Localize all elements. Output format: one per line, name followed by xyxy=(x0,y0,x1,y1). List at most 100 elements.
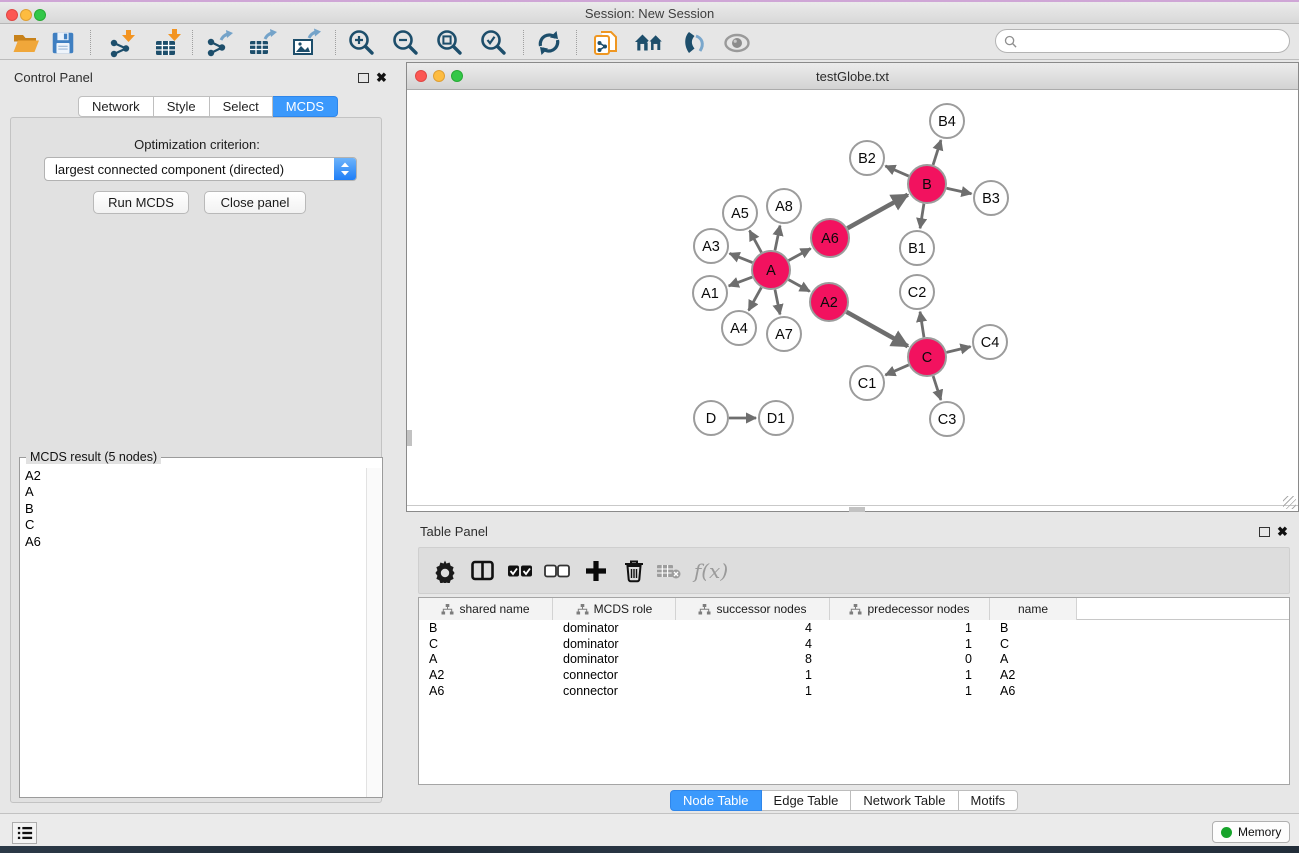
run-mcds-button[interactable]: Run MCDS xyxy=(93,191,189,214)
tab-select[interactable]: Select xyxy=(210,96,273,117)
graph-edge[interactable] xyxy=(933,140,941,165)
table-row[interactable]: A2connector11A2 xyxy=(419,667,1289,683)
graph-edge[interactable] xyxy=(789,280,810,292)
tab-node-table[interactable]: Node Table xyxy=(670,790,762,811)
delete-column-icon[interactable] xyxy=(620,557,648,585)
column-type-icon xyxy=(576,604,589,615)
graph-edge[interactable] xyxy=(729,277,753,286)
settings-gear-icon[interactable] xyxy=(431,557,459,585)
graph-edge[interactable] xyxy=(789,248,811,260)
add-column-icon[interactable] xyxy=(582,557,610,585)
graph-node-label: C xyxy=(922,350,932,366)
table-cell: C xyxy=(419,637,553,651)
open-session-icon[interactable] xyxy=(10,27,42,59)
desktop-edge xyxy=(0,846,1299,853)
mcds-result-item[interactable]: C xyxy=(21,517,367,533)
column-header[interactable]: predecessor nodes xyxy=(830,598,990,620)
tab-network-table[interactable]: Network Table xyxy=(851,790,958,811)
network-hscroll-thumb[interactable] xyxy=(849,507,865,512)
zoom-fit-icon[interactable] xyxy=(434,27,466,59)
column-header[interactable]: name xyxy=(990,598,1077,620)
table-cell: A xyxy=(990,652,1077,666)
table-cell: 4 xyxy=(676,621,830,635)
graph-edge[interactable] xyxy=(730,253,753,262)
tab-motifs[interactable]: Motifs xyxy=(959,790,1019,811)
home-view-icon[interactable] xyxy=(634,27,666,59)
column-header[interactable]: shared name xyxy=(419,598,553,620)
table-row[interactable]: Adominator80A xyxy=(419,652,1289,668)
column-chooser-icon[interactable] xyxy=(468,557,496,585)
column-header[interactable]: successor nodes xyxy=(676,598,830,620)
graph-edge[interactable] xyxy=(947,188,972,193)
refresh-layout-icon[interactable] xyxy=(533,27,565,59)
network-window-titlebar[interactable]: testGlobe.txt xyxy=(407,63,1298,90)
optimization-select[interactable]: largest connected component (directed) xyxy=(44,157,357,181)
chevron-up-down-icon xyxy=(339,161,351,177)
mcds-result-item[interactable]: B xyxy=(21,501,367,517)
close-panel-button[interactable]: Close panel xyxy=(204,191,306,214)
zoom-out-icon[interactable] xyxy=(390,27,422,59)
mcds-result-item[interactable]: A6 xyxy=(21,534,367,550)
network-resize-grip[interactable] xyxy=(1283,496,1296,509)
function-builder-icon: f(x) xyxy=(691,557,731,585)
graph-edge[interactable] xyxy=(920,312,924,337)
export-table-icon[interactable] xyxy=(246,27,278,59)
clone-network-icon[interactable] xyxy=(590,27,622,59)
table-cell: A xyxy=(419,652,553,666)
network-window-title: testGlobe.txt xyxy=(407,69,1298,84)
table-panel-title: Table Panel xyxy=(420,524,488,539)
export-network-icon[interactable] xyxy=(203,27,235,59)
control-panel-float-icon[interactable] xyxy=(358,73,369,83)
graph-edge[interactable] xyxy=(847,195,907,229)
graph-node-label: A2 xyxy=(820,295,838,311)
mcds-result-scrollbar[interactable] xyxy=(366,468,381,797)
select-all-icon[interactable] xyxy=(506,557,534,585)
node-table: shared nameMCDS rolesuccessor nodesprede… xyxy=(418,597,1290,785)
graph-edge[interactable] xyxy=(750,231,762,253)
control-panel-close-icon[interactable]: ✖ xyxy=(376,72,387,84)
mcds-result-box: MCDS result (5 nodes) A2ABCA6 xyxy=(19,457,383,798)
graph-edge[interactable] xyxy=(885,166,908,176)
graph-edge[interactable] xyxy=(920,204,924,228)
search-field[interactable] xyxy=(995,29,1290,53)
zoom-selected-icon[interactable] xyxy=(478,27,510,59)
graph-edge[interactable] xyxy=(846,312,907,346)
task-history-button[interactable] xyxy=(12,822,37,844)
graph-node-label: C3 xyxy=(938,412,957,428)
tab-network[interactable]: Network xyxy=(78,96,154,117)
table-row[interactable]: A6connector11A6 xyxy=(419,683,1289,699)
tab-style[interactable]: Style xyxy=(154,96,210,117)
graph-edge[interactable] xyxy=(933,376,941,400)
table-row[interactable]: Cdominator41C xyxy=(419,636,1289,652)
graph-edge[interactable] xyxy=(775,290,780,315)
delete-table-icon[interactable] xyxy=(655,557,683,585)
import-table-icon[interactable] xyxy=(152,27,184,59)
network-vscroll-thumb[interactable] xyxy=(407,430,412,446)
show-graphics-details-icon[interactable] xyxy=(721,27,753,59)
graph-node-label: B xyxy=(922,177,932,193)
tab-edge-table[interactable]: Edge Table xyxy=(762,790,852,811)
tab-mcds[interactable]: MCDS xyxy=(273,96,338,117)
table-cell: 1 xyxy=(830,668,990,682)
graph-edge[interactable] xyxy=(946,347,970,353)
dropdown-stepper[interactable] xyxy=(334,158,356,180)
graph-edge[interactable] xyxy=(775,226,780,251)
graph-node-label: C4 xyxy=(981,335,1000,351)
column-header[interactable]: MCDS role xyxy=(553,598,676,620)
save-session-icon[interactable] xyxy=(47,27,79,59)
network-canvas[interactable]: B4B2BB3A5A8A6A3B1AA1C2A2A4A7C4CC1DD1C3 xyxy=(407,90,1298,506)
graph-edge[interactable] xyxy=(885,365,908,375)
export-image-icon[interactable] xyxy=(290,27,322,59)
memory-button[interactable]: Memory xyxy=(1212,821,1290,843)
table-panel-float-icon[interactable] xyxy=(1259,527,1270,537)
table-row[interactable]: Bdominator41B xyxy=(419,620,1289,636)
search-input[interactable] xyxy=(1022,32,1282,50)
import-network-icon[interactable] xyxy=(105,27,137,59)
hide-graphics-details-icon[interactable] xyxy=(678,27,710,59)
deselect-all-icon[interactable] xyxy=(543,557,571,585)
mcds-result-item[interactable]: A2 xyxy=(21,468,367,484)
table-panel-close-icon[interactable]: ✖ xyxy=(1277,526,1288,538)
zoom-in-icon[interactable] xyxy=(346,27,378,59)
mcds-result-item[interactable]: A xyxy=(21,484,367,500)
graph-edge[interactable] xyxy=(749,288,762,311)
